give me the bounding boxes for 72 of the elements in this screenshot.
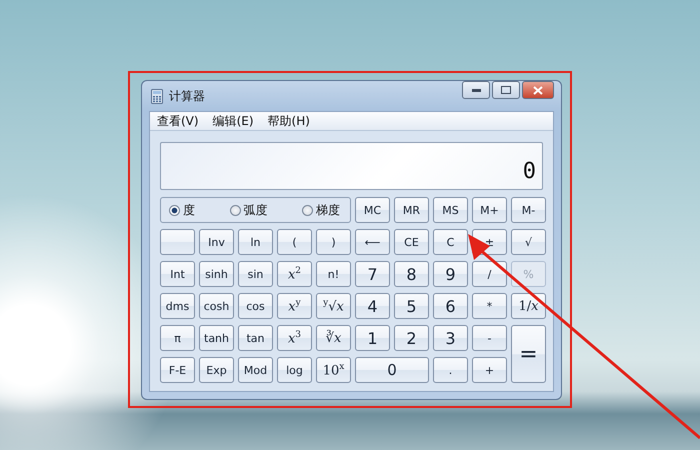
close-button[interactable]	[522, 81, 554, 99]
calculator-key[interactable]: 7	[355, 261, 390, 287]
window-title: 计算器	[169, 88, 206, 104]
calculator-key[interactable]: M+	[472, 197, 507, 223]
calculator-key[interactable]: 3	[433, 325, 468, 351]
calculator-key[interactable]: 10$^{x}$	[316, 357, 351, 383]
minimize-icon	[472, 88, 480, 92]
display-value: 0	[522, 161, 536, 183]
menu-item[interactable]: 查看(V)	[152, 112, 204, 130]
close-icon	[533, 86, 543, 94]
calculator-key[interactable]: 0	[355, 357, 429, 383]
calculator-key[interactable]: x$^{3}$	[277, 325, 312, 351]
calculator-icon	[151, 88, 163, 104]
calculator-key[interactable]: /	[472, 261, 507, 287]
calculator-key[interactable]: Mod	[238, 357, 273, 383]
calculator-key[interactable]: *	[472, 293, 507, 319]
angle-unit-option[interactable]: 弧度	[230, 202, 268, 218]
angle-unit-option[interactable]: 梯度	[302, 202, 340, 218]
calculator-key[interactable]: CE	[394, 229, 429, 255]
calculator-key[interactable]: 1/x	[511, 293, 546, 319]
calculator-key[interactable]: Inv	[199, 229, 234, 255]
radio-button[interactable]	[302, 204, 313, 216]
calculator-key[interactable]: ⟵	[355, 229, 390, 255]
calculator-key[interactable]: (	[277, 229, 312, 255]
calculator-key[interactable]: cosh	[199, 293, 234, 319]
calculator-key[interactable]: -	[472, 325, 507, 351]
blank-key[interactable]	[160, 229, 195, 255]
calculator-key[interactable]: x$^{y}$	[277, 293, 312, 319]
calculator-key[interactable]: M-	[511, 197, 546, 223]
calculator-key[interactable]: 5	[394, 293, 429, 319]
menu-item[interactable]: 编辑(E)	[208, 112, 259, 130]
calculator-key[interactable]: sin	[238, 261, 273, 287]
calculator-key[interactable]: π	[160, 325, 195, 351]
calculator-key[interactable]: 6	[433, 293, 468, 319]
calculator-key[interactable]: ∛x	[316, 325, 351, 351]
calculator-key[interactable]: sinh	[199, 261, 234, 287]
calculator-key[interactable]: tanh	[199, 325, 234, 351]
calculator-key[interactable]: 2	[394, 325, 429, 351]
radio-label: 弧度	[244, 202, 268, 218]
calculator-key[interactable]: n!	[316, 261, 351, 287]
calculator-key[interactable]: 4	[355, 293, 390, 319]
calculator-key[interactable]: +	[472, 357, 507, 383]
calculator-key[interactable]: =	[511, 325, 546, 383]
calculator-key[interactable]: Exp	[199, 357, 234, 383]
calculator-key[interactable]: .	[433, 357, 468, 383]
calculator-key[interactable]: )	[316, 229, 351, 255]
calculator-key[interactable]: log	[277, 357, 312, 383]
calculator-key[interactable]: 1	[355, 325, 390, 351]
maximize-icon	[501, 86, 511, 94]
radio-label: 梯度	[316, 202, 340, 218]
angle-unit-option[interactable]: 度	[169, 202, 195, 218]
calculator-key[interactable]: 9	[433, 261, 468, 287]
calculator-key[interactable]: x$^{2}$	[277, 261, 312, 287]
calculator-key[interactable]: cos	[238, 293, 273, 319]
calculator-key[interactable]: MS	[433, 197, 468, 223]
calculator-key[interactable]: dms	[160, 293, 195, 319]
calculator-key[interactable]: 8	[394, 261, 429, 287]
calculator-key[interactable]: $^{y}$√x	[316, 293, 351, 319]
calculator-key[interactable]: MR	[394, 197, 429, 223]
minimize-button[interactable]	[462, 81, 490, 99]
calculator-key[interactable]: ln	[238, 229, 273, 255]
radio-button[interactable]	[169, 204, 180, 216]
maximize-button[interactable]	[492, 81, 520, 99]
calculator-key[interactable]: C	[433, 229, 468, 255]
calculator-key[interactable]: Int	[160, 261, 195, 287]
calculator-key[interactable]: F-E	[160, 357, 195, 383]
calculator-key[interactable]: MC	[355, 197, 390, 223]
calculator-key[interactable]: √	[511, 229, 546, 255]
radio-button[interactable]	[230, 204, 240, 216]
menu-item[interactable]: 帮助(H)	[262, 112, 315, 130]
radio-label: 度	[183, 202, 195, 218]
calculator-key[interactable]: tan	[238, 325, 273, 351]
